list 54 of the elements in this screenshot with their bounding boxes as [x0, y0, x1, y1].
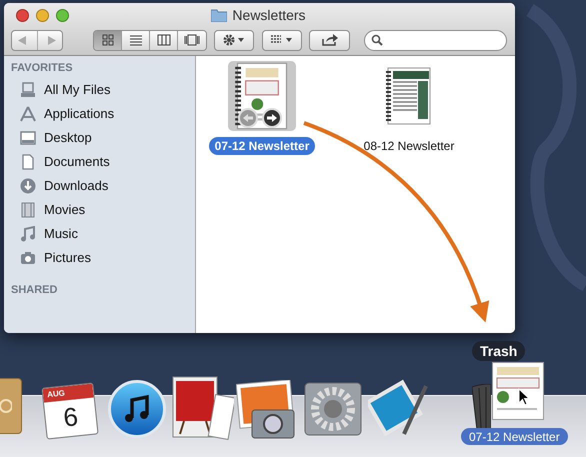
forward-arrow-icon [48, 36, 56, 44]
dragged-document-icon [492, 362, 544, 420]
trash-can-icon[interactable] [472, 384, 491, 430]
minimize-button[interactable] [36, 8, 49, 22]
file-name[interactable]: 08-12 Newsletter [358, 137, 460, 155]
sidebar-heading: FAVORITES [10, 61, 74, 76]
photo-booth-icon[interactable] [172, 376, 234, 440]
calendar-day: 6 [62, 399, 80, 435]
sidebar-item[interactable]: Downloads [44, 176, 108, 196]
list-icon [128, 34, 142, 46]
view-mode-button[interactable] [94, 30, 122, 50]
file-name[interactable]: 07-12 Newsletter [208, 137, 316, 155]
music-note-icon [20, 226, 36, 242]
action-menu-button[interactable] [214, 30, 254, 50]
search-icon [371, 34, 383, 46]
mouse-pointer-icon [518, 388, 530, 406]
sidebar-item[interactable]: Applications [44, 104, 114, 124]
share-button[interactable] [309, 30, 350, 50]
share-icon [322, 34, 338, 46]
tooltip-label: Trash [480, 342, 518, 360]
window-title: Newsletters [232, 6, 306, 24]
view-mode-button[interactable] [150, 30, 178, 50]
camera-icon [20, 250, 36, 266]
gear-icon[interactable] [304, 382, 362, 436]
view-mode-button[interactable] [178, 30, 206, 50]
grid-icon [100, 34, 114, 46]
film-icon [20, 202, 36, 218]
newsletter-page-drawing [385, 67, 433, 125]
back-forward-control[interactable] [11, 30, 63, 50]
sidebar-item[interactable]: Pictures [44, 248, 91, 268]
file-name: 07-12 Newsletter [469, 428, 560, 446]
sidebar-item[interactable]: Desktop [44, 128, 92, 148]
grid-menu-icon [270, 34, 294, 46]
sidebar-item[interactable]: All My Files [44, 80, 110, 100]
document-icon [20, 154, 36, 170]
back-arrow-icon [18, 36, 26, 44]
calendar-month: AUG [46, 387, 66, 402]
document-thumbnail[interactable] [228, 61, 296, 131]
cover-flow-icon [184, 34, 200, 46]
sidebar-heading: SHARED [10, 283, 58, 298]
folder-icon [211, 8, 228, 22]
search-field[interactable] [364, 30, 507, 50]
columns-icon [156, 34, 170, 46]
close-button[interactable] [16, 8, 29, 22]
zoom-button[interactable] [56, 8, 69, 22]
view-mode-control[interactable] [93, 30, 207, 50]
view-mode-button[interactable] [122, 30, 150, 50]
download-icon [20, 178, 36, 194]
sidebar-item[interactable]: Music [44, 224, 78, 244]
gear-icon [223, 34, 245, 46]
arrange-menu-button[interactable] [262, 30, 302, 50]
monitor-icon [20, 130, 36, 146]
sidebar-item[interactable]: Movies [44, 200, 86, 220]
sidebar-item[interactable]: Documents [44, 152, 110, 172]
